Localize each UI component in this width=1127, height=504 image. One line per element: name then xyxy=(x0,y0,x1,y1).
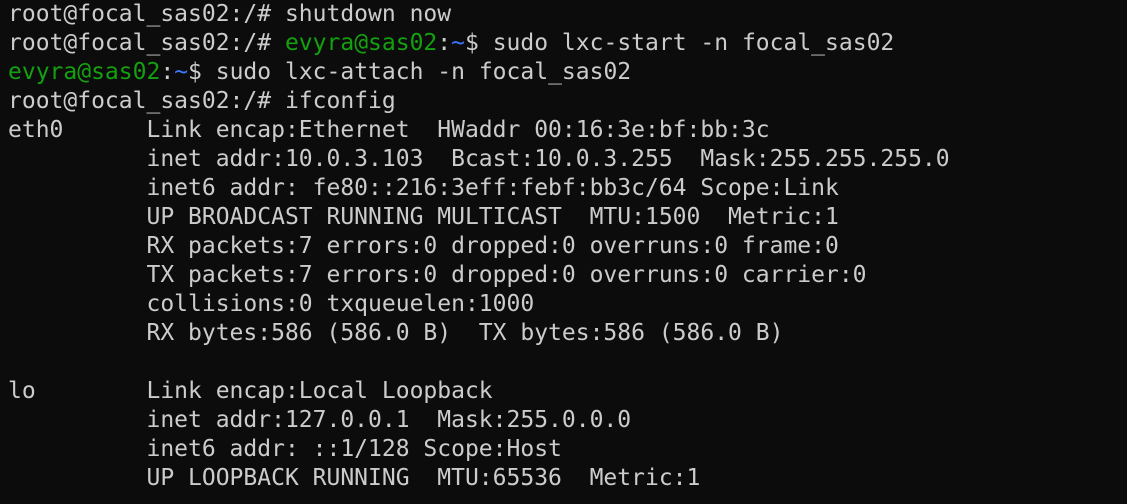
prompt-user-host: evyra@sas02 xyxy=(284,30,438,56)
terminal-text: root@focal_sas02:/# xyxy=(8,30,285,56)
terminal-line: RX packets:7 errors:0 dropped:0 overruns… xyxy=(8,232,1127,261)
terminal-line: eth0 Link encap:Ethernet HWaddr 00:16:3e… xyxy=(8,116,1127,145)
terminal-text: root@focal_sas02:/# ifconfig xyxy=(8,88,396,114)
terminal-line: root@focal_sas02:/# ifconfig xyxy=(8,87,1127,116)
terminal-line: inet6 addr: fe80::216:3eff:febf:bb3c/64 … xyxy=(8,174,1127,203)
terminal-text: UP LOOPBACK RUNNING MTU:65536 Metric:1 xyxy=(8,465,701,491)
terminal-line: UP BROADCAST RUNNING MULTICAST MTU:1500 … xyxy=(8,203,1127,232)
terminal-text: inet6 addr: ::1/128 Scope:Host xyxy=(8,436,562,462)
terminal-line: RX bytes:586 (586.0 B) TX bytes:586 (586… xyxy=(8,319,1127,348)
prompt-user-host: evyra@sas02 xyxy=(8,59,161,85)
terminal-output: root@focal_sas02:/# shutdown now root@foc… xyxy=(8,0,1127,493)
terminal-text: TX packets:7 errors:0 dropped:0 overruns… xyxy=(8,262,867,288)
terminal-line: lo Link encap:Local Loopback xyxy=(8,377,1127,406)
terminal-text: inet addr:127.0.0.1 Mask:255.0.0.0 xyxy=(8,407,632,433)
terminal-line: root@focal_sas02:/# evyra@sas02:~$ sudo … xyxy=(8,29,1127,58)
terminal-text: collisions:0 txqueuelen:1000 xyxy=(8,291,535,317)
prompt-path: ~ xyxy=(174,59,189,85)
terminal-line: collisions:0 txqueuelen:1000 xyxy=(8,290,1127,319)
terminal-text: inet addr:10.0.3.103 Bcast:10.0.3.255 Ma… xyxy=(8,146,950,172)
terminal-line: UP LOOPBACK RUNNING MTU:65536 Metric:1 xyxy=(8,464,1127,493)
terminal-text: : xyxy=(160,59,175,85)
terminal-text: RX bytes:586 (586.0 B) TX bytes:586 (586… xyxy=(8,320,784,346)
terminal-line: root@focal_sas02:/# shutdown now xyxy=(8,0,1127,29)
terminal-text: RX packets:7 errors:0 dropped:0 overruns… xyxy=(8,233,839,259)
terminal-text: root@focal_sas02:/# shutdown now xyxy=(8,1,452,27)
terminal-text: UP BROADCAST RUNNING MULTICAST MTU:1500 … xyxy=(8,204,839,230)
terminal-text: inet6 addr: fe80::216:3eff:febf:bb3c/64 … xyxy=(8,175,839,201)
terminal-line: evyra@sas02:~$ sudo lxc-attach -n focal_… xyxy=(8,58,1127,87)
terminal-text: $ sudo lxc-start -n focal_sas02 xyxy=(465,30,895,56)
terminal-text: : xyxy=(437,30,452,56)
prompt-path: ~ xyxy=(451,30,465,56)
terminal-line: inet6 addr: ::1/128 Scope:Host xyxy=(8,435,1127,464)
terminal-text: lo Link encap:Local Loopback xyxy=(8,378,493,404)
terminal-line: inet addr:10.0.3.103 Bcast:10.0.3.255 Ma… xyxy=(8,145,1127,174)
terminal-text: $ sudo lxc-attach -n focal_sas02 xyxy=(188,59,632,85)
terminal-text: eth0 Link encap:Ethernet HWaddr 00:16:3e… xyxy=(8,117,770,143)
terminal-line: TX packets:7 errors:0 dropped:0 overruns… xyxy=(8,261,1127,290)
terminal-window[interactable]: root@focal_sas02:/# shutdown now root@foc… xyxy=(0,0,1127,504)
terminal-line: inet addr:127.0.0.1 Mask:255.0.0.0 xyxy=(8,406,1127,435)
